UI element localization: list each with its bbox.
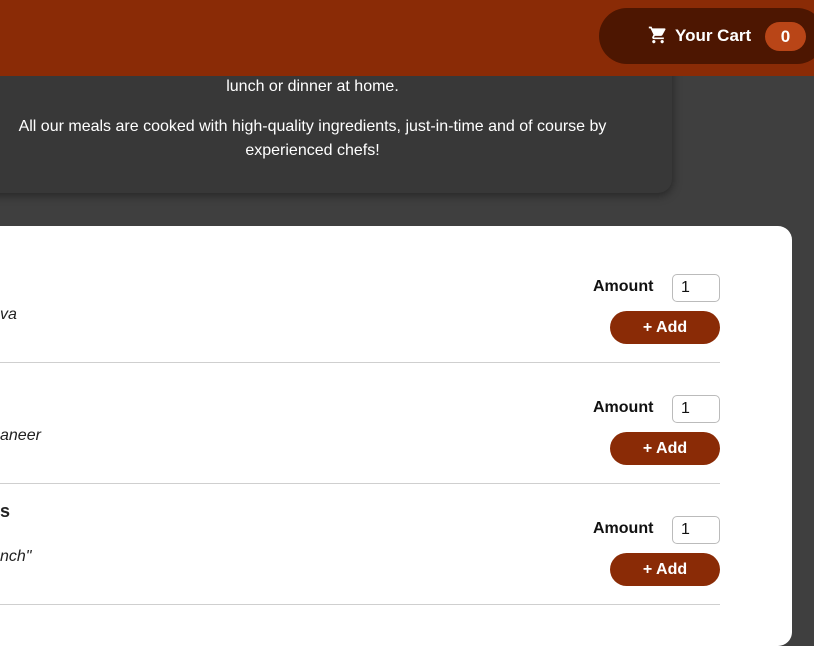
- summary-text-1: lunch or dinner at home.: [226, 78, 399, 95]
- meal-item: s nch" Amount + Add: [0, 484, 720, 605]
- meal-name: s: [0, 501, 11, 521]
- add-button[interactable]: + Add: [610, 311, 720, 344]
- meal-description: va: [0, 306, 17, 323]
- meals-list: va Amount + Add aneer Amount + Add s nch…: [0, 226, 792, 646]
- amount-input[interactable]: [672, 274, 720, 302]
- meal-item: va Amount + Add: [0, 242, 720, 363]
- add-button[interactable]: + Add: [610, 432, 720, 465]
- amount-input[interactable]: [672, 516, 720, 544]
- amount-label: Amount: [593, 278, 654, 295]
- amount-input[interactable]: [672, 395, 720, 423]
- meal-description: aneer: [0, 427, 41, 444]
- meal-description: nch": [0, 548, 32, 565]
- meal-item: aneer Amount + Add: [0, 363, 720, 484]
- summary-text-2: All our meals are cooked with high-quali…: [18, 118, 607, 159]
- app-header: Your Cart 0: [0, 0, 814, 76]
- cart-count-badge: 0: [765, 22, 806, 51]
- amount-label: Amount: [593, 520, 654, 537]
- cart-icon: [648, 26, 666, 44]
- amount-label: Amount: [593, 399, 654, 416]
- add-button[interactable]: + Add: [610, 553, 720, 586]
- cart-label: Your Cart: [675, 26, 752, 45]
